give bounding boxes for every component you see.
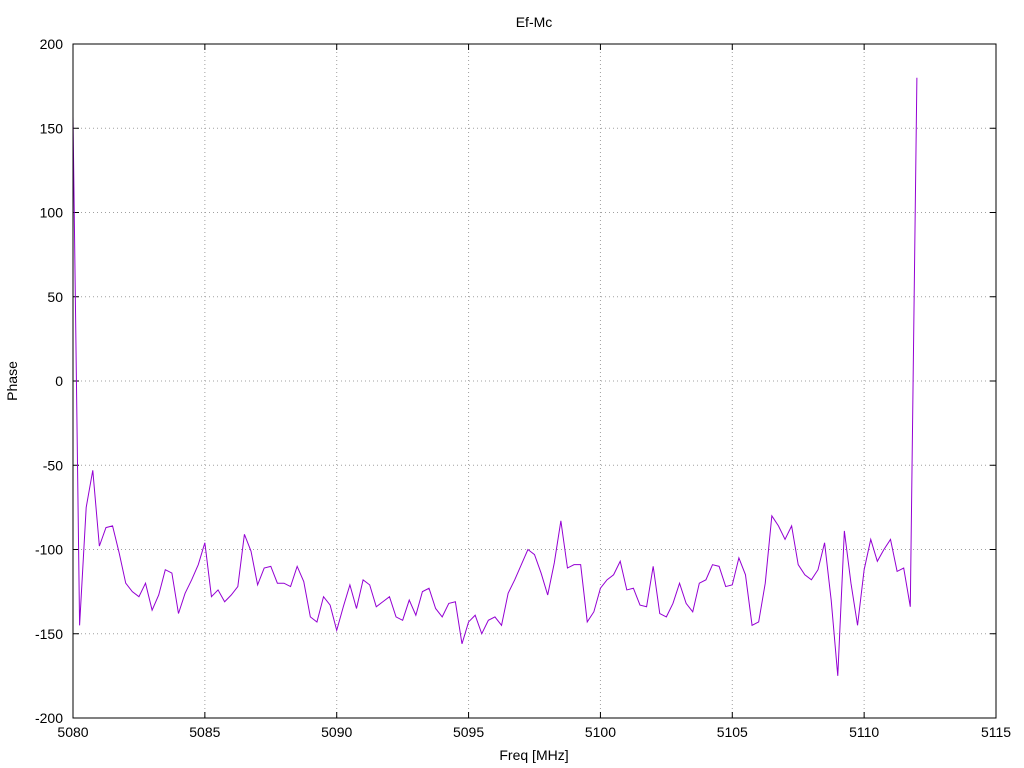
y-tick-label: 50	[47, 289, 63, 305]
x-tick-label: 5100	[585, 724, 616, 740]
y-tick-label: -100	[35, 542, 63, 558]
y-tick-label: -150	[35, 626, 63, 642]
grid	[73, 44, 996, 718]
x-tick-labels: 5080 5085 5090 5095 5100 5105 5110 5115	[57, 724, 1011, 740]
y-tick-label: 200	[40, 36, 64, 52]
x-tick-label: 5110	[849, 724, 879, 740]
y-tick-label: -50	[43, 457, 63, 473]
y-tick-label: 150	[40, 120, 64, 136]
x-tick-label: 5085	[189, 724, 220, 740]
x-axis-label: Freq [MHz]	[499, 747, 568, 763]
y-tick-labels: -200 -150 -100 -50 0 50 100 150 200	[35, 36, 63, 726]
chart-title: Ef-Mc	[516, 14, 553, 30]
series-layer	[72, 77, 918, 676]
series-line	[72, 77, 918, 676]
x-tick-label: 5095	[453, 724, 484, 740]
x-tick-label: 5090	[321, 724, 352, 740]
x-tick-label: 5115	[981, 724, 1011, 740]
y-tick-label: -200	[35, 710, 63, 726]
y-tick-label: 100	[40, 205, 64, 221]
phase-chart: Ef-Mc 5080 5085 5090 5095 5100 5105 5110 5115 -…	[4, 14, 1011, 763]
y-tick-label: 0	[55, 373, 63, 389]
x-tick-label: 5105	[717, 724, 748, 740]
y-axis-label: Phase	[4, 361, 20, 401]
x-tick-label: 5080	[57, 724, 88, 740]
